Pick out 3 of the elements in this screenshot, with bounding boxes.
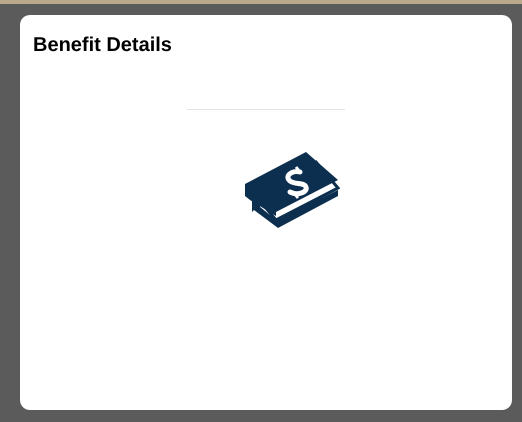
tile-title: Benefit Details	[33, 33, 172, 58]
money-book-icon	[242, 150, 340, 230]
tile-card[interactable]: Benefit Details	[20, 15, 512, 410]
